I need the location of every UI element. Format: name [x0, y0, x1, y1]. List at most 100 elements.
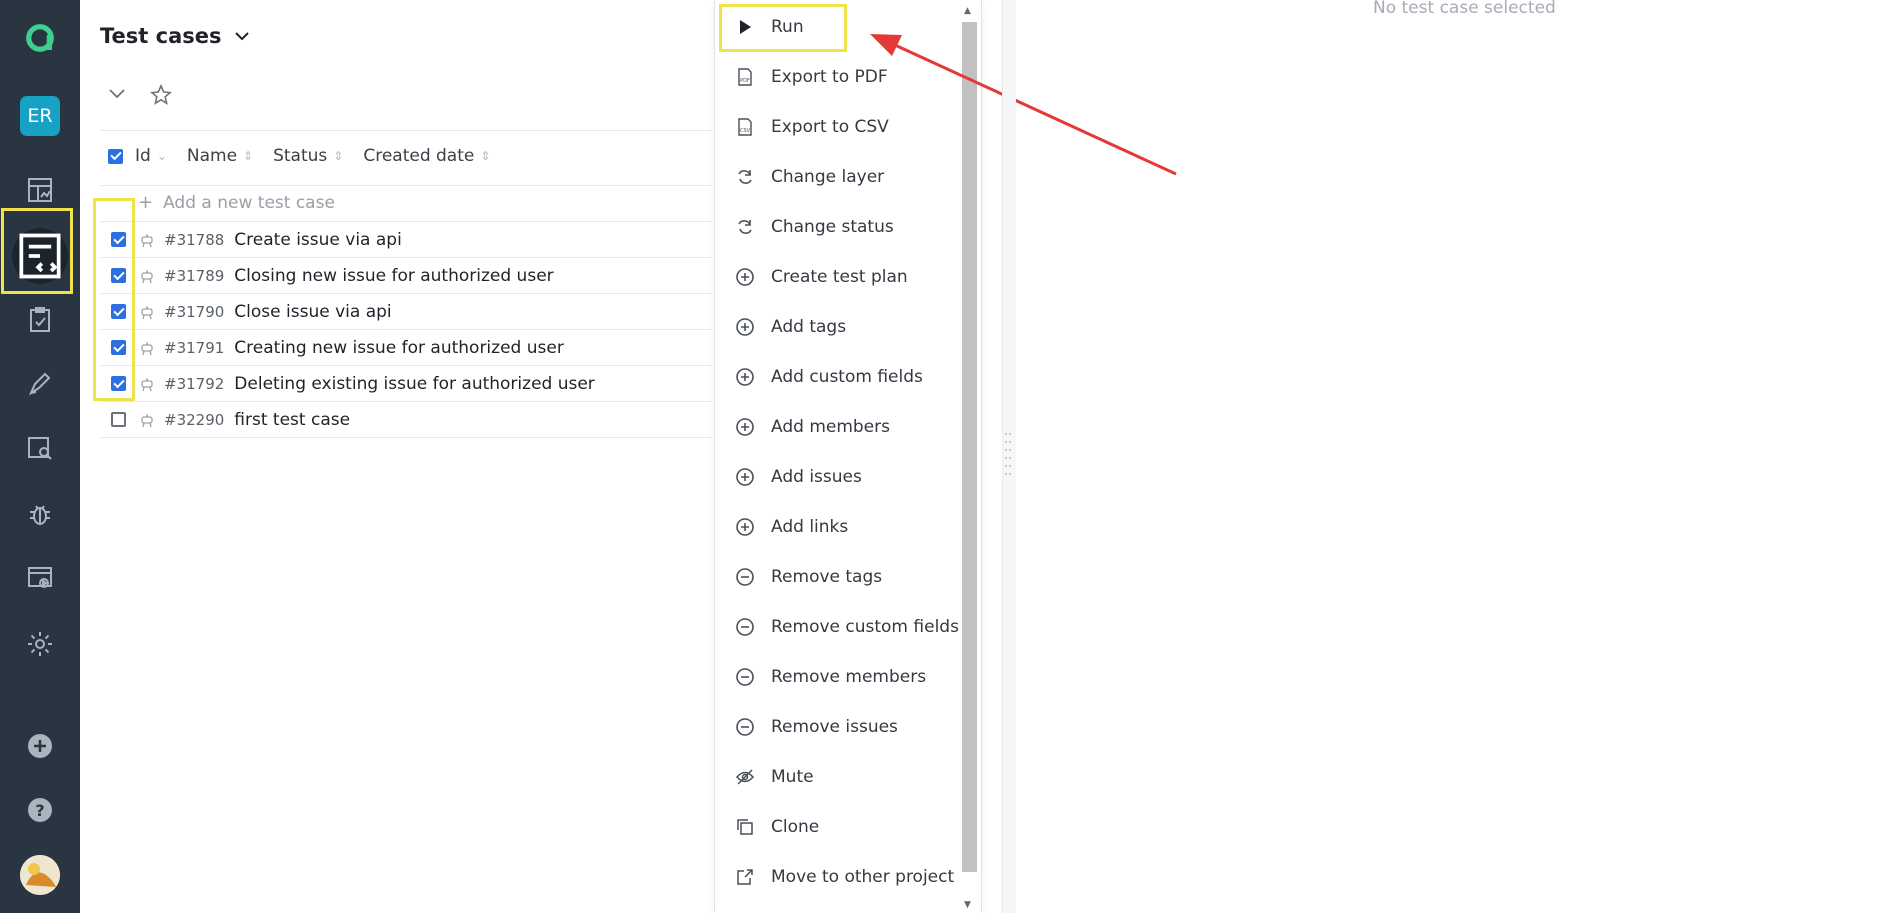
menu-item-change-status[interactable]: Change status	[715, 205, 959, 249]
test-case-id: #31789	[164, 266, 225, 285]
run-highlight	[719, 4, 847, 52]
automated-robot-icon	[141, 233, 153, 247]
table-row[interactable]: #31792 Deleting existing issue for author…	[100, 366, 712, 402]
menu-item-label: Add custom fields	[771, 367, 923, 387]
sort-icon: ⇕	[243, 149, 254, 163]
menu-item-label: Change status	[771, 217, 894, 237]
table-header: Id ⌄ Name ⇕ Status ⇕ Created date ⇕	[108, 146, 510, 166]
automated-robot-icon	[141, 341, 153, 355]
settings-icon[interactable]	[0, 618, 80, 670]
page-title-text: Test cases	[100, 24, 222, 48]
table-row[interactable]: #31791 Creating new issue for authorized …	[100, 330, 712, 366]
menu-item-label: Add members	[771, 417, 890, 437]
column-id[interactable]: Id ⌄	[135, 146, 167, 166]
menu-item-add-custom-fields[interactable]: Add custom fields	[715, 355, 959, 399]
menu-item-remove-members[interactable]: Remove members	[715, 655, 959, 699]
csv-icon: CSV	[738, 118, 752, 136]
test-case-id: #31791	[164, 338, 225, 357]
sort-icon: ⇕	[480, 149, 491, 163]
chevron-down-icon[interactable]	[234, 31, 250, 41]
column-label: Id	[135, 146, 151, 166]
allure-logo-icon[interactable]	[0, 12, 80, 64]
refresh-icon	[738, 220, 752, 234]
menu-item-remove-custom-fields[interactable]: Remove custom fields	[715, 605, 959, 649]
select-all-checkbox[interactable]	[108, 148, 123, 164]
test-plans-icon[interactable]	[0, 294, 80, 346]
test-case-name: Deleting existing issue for authorized u…	[234, 373, 595, 394]
svg-text:PDF: PDF	[740, 78, 750, 84]
menu-item-add-tags[interactable]: Add tags	[715, 305, 959, 349]
column-created-date[interactable]: Created date ⇕	[363, 146, 490, 166]
checkbox-highlight	[93, 198, 135, 401]
refresh-icon	[738, 170, 752, 184]
svg-text:?: ?	[35, 801, 44, 820]
menu-item-remove-tags[interactable]: Remove tags	[715, 555, 959, 599]
pdf-icon: PDF	[738, 68, 752, 86]
test-case-id: #32290	[164, 410, 225, 429]
table-row[interactable]: #31790 Close issue via api	[100, 294, 712, 330]
help-icon[interactable]: ?	[0, 784, 80, 836]
plus-circle-icon	[736, 518, 754, 536]
test-cases-icon[interactable]	[12, 228, 68, 284]
column-label: Name	[186, 146, 238, 166]
plus-circle-icon	[736, 418, 754, 436]
test-case-id: #31790	[164, 302, 225, 321]
column-status[interactable]: Status ⇕	[273, 146, 343, 166]
table-row[interactable]: #31789 Closing new issue for authorized u…	[100, 258, 712, 294]
launches-icon[interactable]	[0, 358, 80, 410]
toolbar	[108, 84, 172, 106]
svg-text:CSV: CSV	[740, 128, 751, 134]
test-case-name: first test case	[234, 409, 351, 430]
drag-handle-icon[interactable]	[1004, 430, 1012, 482]
automated-robot-icon	[141, 377, 153, 391]
menu-item-add-members[interactable]: Add members	[715, 405, 959, 449]
sort-icon: ⇕	[333, 149, 344, 163]
menu-item-clone[interactable]: Clone	[715, 805, 959, 849]
menu-item-label: Add issues	[771, 467, 862, 487]
move-icon	[737, 869, 753, 885]
star-icon[interactable]	[150, 84, 172, 106]
add-test-case-row[interactable]: + Add a new test case	[138, 192, 335, 213]
scroll-up-icon[interactable]: ▲	[964, 6, 971, 16]
add-icon[interactable]	[0, 720, 80, 772]
minus-circle-icon	[736, 568, 754, 586]
test-case-name: Creating new issue for authorized user	[234, 337, 564, 358]
menu-item-label: Create test plan	[771, 267, 908, 287]
user-avatar[interactable]	[20, 855, 60, 895]
table-row[interactable]: #31788 Create issue via api	[100, 222, 712, 258]
table-row[interactable]: #32290 first test case	[100, 402, 712, 438]
menu-item-label: Remove custom fields	[771, 617, 959, 637]
jobs-icon[interactable]	[0, 552, 80, 604]
automated-robot-icon	[141, 269, 153, 283]
plus-icon: +	[138, 192, 154, 213]
row-checkbox[interactable]	[111, 412, 126, 427]
test-case-name: Close issue via api	[234, 301, 392, 322]
menu-item-label: Remove tags	[771, 567, 883, 587]
menu-item-move-to-other-project[interactable]: Move to other project	[715, 855, 959, 899]
column-label: Created date	[363, 146, 475, 166]
column-name[interactable]: Name ⇕	[187, 146, 253, 166]
test-case-name: Closing new issue for authorized user	[234, 265, 554, 286]
project-avatar[interactable]: ER	[20, 96, 60, 136]
analytics-icon[interactable]	[0, 422, 80, 474]
menu-item-mute[interactable]: Mute	[715, 755, 959, 799]
test-case-id: #31788	[164, 230, 225, 249]
menu-item-create-test-plan[interactable]: Create test plan	[715, 255, 959, 299]
menu-item-label: Move to other project	[771, 867, 955, 887]
clone-icon	[737, 819, 753, 835]
eye-off-icon	[735, 769, 755, 785]
menu-item-label: Mute	[771, 767, 814, 787]
page-title[interactable]: Test cases	[100, 24, 250, 48]
collapse-chevron-icon[interactable]	[108, 84, 126, 102]
scroll-down-icon[interactable]: ▼	[964, 900, 971, 910]
plus-circle-icon	[736, 368, 754, 386]
menu-item-add-issues[interactable]: Add issues	[715, 455, 959, 499]
plus-circle-icon	[736, 318, 754, 336]
defects-icon[interactable]	[0, 488, 80, 540]
minus-circle-icon	[736, 718, 754, 736]
add-test-case-placeholder: Add a new test case	[163, 192, 335, 213]
sort-down-icon: ⌄	[156, 149, 167, 163]
menu-item-remove-issues[interactable]: Remove issues	[715, 705, 959, 749]
automated-robot-icon	[141, 305, 153, 319]
menu-item-add-links[interactable]: Add links	[715, 505, 959, 549]
